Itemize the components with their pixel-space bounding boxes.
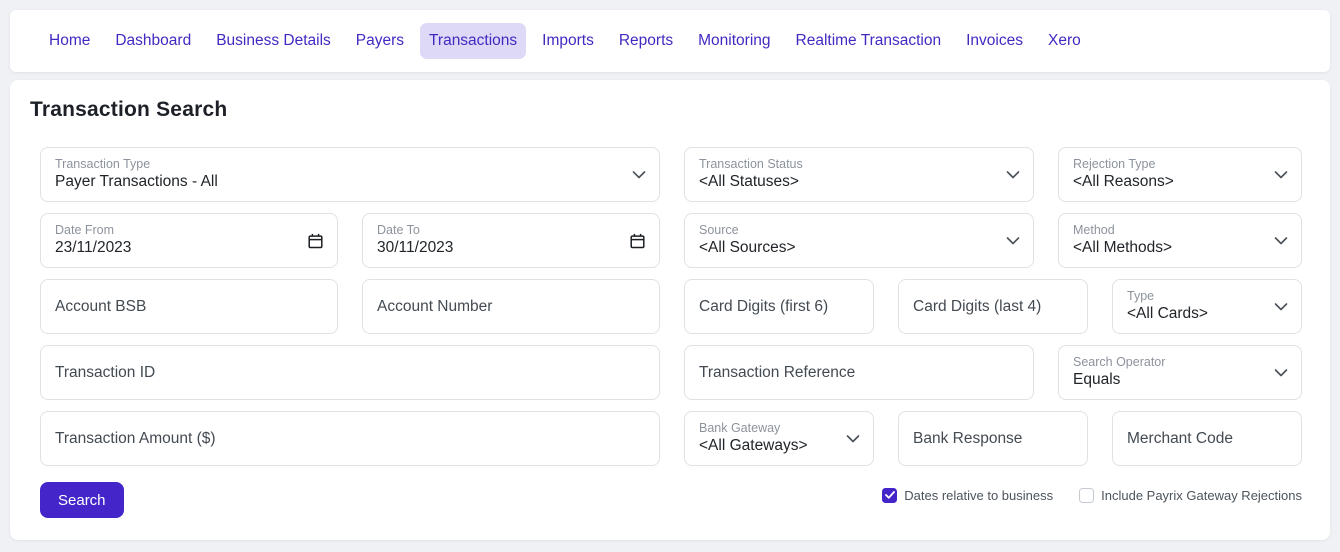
method-label: Method: [1073, 222, 1287, 239]
form-row-1: Transaction Type Payer Transactions - Al…: [40, 147, 1302, 202]
nav-item-transactions[interactable]: Transactions: [420, 23, 526, 59]
transaction-id-field: [40, 345, 660, 400]
checkbox-checked-icon[interactable]: [882, 488, 897, 503]
transaction-type-select[interactable]: Transaction Type Payer Transactions - Al…: [40, 147, 660, 202]
method-value: <All Methods>: [1073, 238, 1287, 259]
transaction-amount-field: [40, 411, 660, 466]
date-to-label: Date To: [377, 222, 645, 239]
card-digits-last4-field: [898, 279, 1088, 334]
search-operator-select[interactable]: Search Operator Equals: [1058, 345, 1302, 400]
nav-item-xero[interactable]: Xero: [1039, 23, 1090, 59]
checkbox-unchecked-icon[interactable]: [1079, 488, 1094, 503]
bank-response-input[interactable]: [899, 412, 1087, 465]
nav-item-home[interactable]: Home: [40, 23, 99, 59]
transaction-reference-input[interactable]: [685, 346, 1033, 399]
chevron-down-icon: [1274, 368, 1288, 377]
top-navigation: Home Dashboard Business Details Payers T…: [10, 10, 1330, 72]
search-button[interactable]: Search: [40, 482, 124, 518]
date-to-value: 30/11/2023: [377, 238, 645, 259]
source-label: Source: [699, 222, 1019, 239]
transaction-status-value: <All Statuses>: [699, 172, 1019, 193]
chevron-down-icon: [1006, 170, 1020, 179]
rejection-type-select[interactable]: Rejection Type <All Reasons>: [1058, 147, 1302, 202]
nav-item-invoices[interactable]: Invoices: [957, 23, 1032, 59]
bank-gateway-select[interactable]: Bank Gateway <All Gateways>: [684, 411, 874, 466]
transaction-reference-field: [684, 345, 1034, 400]
date-from-field[interactable]: Date From 23/11/2023: [40, 213, 338, 268]
method-select[interactable]: Method <All Methods>: [1058, 213, 1302, 268]
rejection-type-value: <All Reasons>: [1073, 172, 1287, 193]
rejection-type-label: Rejection Type: [1073, 156, 1287, 173]
card-digits-first6-field: [684, 279, 874, 334]
source-value: <All Sources>: [699, 238, 1019, 259]
chevron-down-icon: [1274, 236, 1288, 245]
transaction-id-input[interactable]: [41, 346, 659, 399]
date-from-value: 23/11/2023: [55, 238, 323, 259]
nav-item-imports[interactable]: Imports: [533, 23, 603, 59]
page-title: Transaction Search: [10, 80, 1330, 122]
nav-item-reports[interactable]: Reports: [610, 23, 682, 59]
merchant-code-field: [1112, 411, 1302, 466]
form-row-5: Bank Gateway <All Gateways>: [40, 411, 1302, 466]
bank-response-field: [898, 411, 1088, 466]
nav-item-monitoring[interactable]: Monitoring: [689, 23, 779, 59]
nav-item-payers[interactable]: Payers: [347, 23, 413, 59]
checkbox-group: Dates relative to business Include Payri…: [882, 488, 1302, 503]
merchant-code-input[interactable]: [1113, 412, 1301, 465]
bank-gateway-value: <All Gateways>: [699, 436, 859, 457]
date-to-field[interactable]: Date To 30/11/2023: [362, 213, 660, 268]
transaction-search-panel: Transaction Search Transaction Type Paye…: [10, 80, 1330, 540]
search-form: Transaction Type Payer Transactions - Al…: [10, 122, 1330, 518]
card-type-select[interactable]: Type <All Cards>: [1112, 279, 1302, 334]
chevron-down-icon: [846, 434, 860, 443]
form-footer: Search Dates relative to business Includ…: [40, 482, 1302, 518]
transaction-status-label: Transaction Status: [699, 156, 1019, 173]
transaction-amount-input[interactable]: [41, 412, 659, 465]
date-from-label: Date From: [55, 222, 323, 239]
account-number-input[interactable]: [363, 280, 659, 333]
dates-relative-checkbox[interactable]: Dates relative to business: [882, 488, 1053, 503]
account-bsb-field: [40, 279, 338, 334]
chevron-down-icon: [1274, 302, 1288, 311]
transaction-status-select[interactable]: Transaction Status <All Statuses>: [684, 147, 1034, 202]
include-payrix-rejections-label: Include Payrix Gateway Rejections: [1101, 488, 1302, 503]
form-row-2: Date From 23/11/2023 Date To 30/11/2023 …: [40, 213, 1302, 268]
search-operator-label: Search Operator: [1073, 354, 1287, 371]
calendar-icon[interactable]: [629, 232, 646, 249]
account-number-field: [362, 279, 660, 334]
nav-item-dashboard[interactable]: Dashboard: [106, 23, 200, 59]
calendar-icon[interactable]: [307, 232, 324, 249]
source-select[interactable]: Source <All Sources>: [684, 213, 1034, 268]
form-row-4: Search Operator Equals: [40, 345, 1302, 400]
card-digits-first6-input[interactable]: [685, 280, 873, 333]
bank-gateway-label: Bank Gateway: [699, 420, 859, 437]
card-digits-last4-input[interactable]: [899, 280, 1087, 333]
dates-relative-label: Dates relative to business: [904, 488, 1053, 503]
nav-item-realtime-transaction[interactable]: Realtime Transaction: [787, 23, 951, 59]
chevron-down-icon: [632, 170, 646, 179]
search-operator-value: Equals: [1073, 370, 1287, 391]
chevron-down-icon: [1006, 236, 1020, 245]
transaction-type-value: Payer Transactions - All: [55, 172, 645, 193]
form-row-3: Type <All Cards>: [40, 279, 1302, 334]
account-bsb-input[interactable]: [41, 280, 337, 333]
transaction-type-label: Transaction Type: [55, 156, 645, 173]
card-type-label: Type: [1127, 288, 1287, 305]
include-payrix-rejections-checkbox[interactable]: Include Payrix Gateway Rejections: [1079, 488, 1302, 503]
nav-item-business-details[interactable]: Business Details: [207, 23, 340, 59]
card-type-value: <All Cards>: [1127, 304, 1287, 325]
chevron-down-icon: [1274, 170, 1288, 179]
